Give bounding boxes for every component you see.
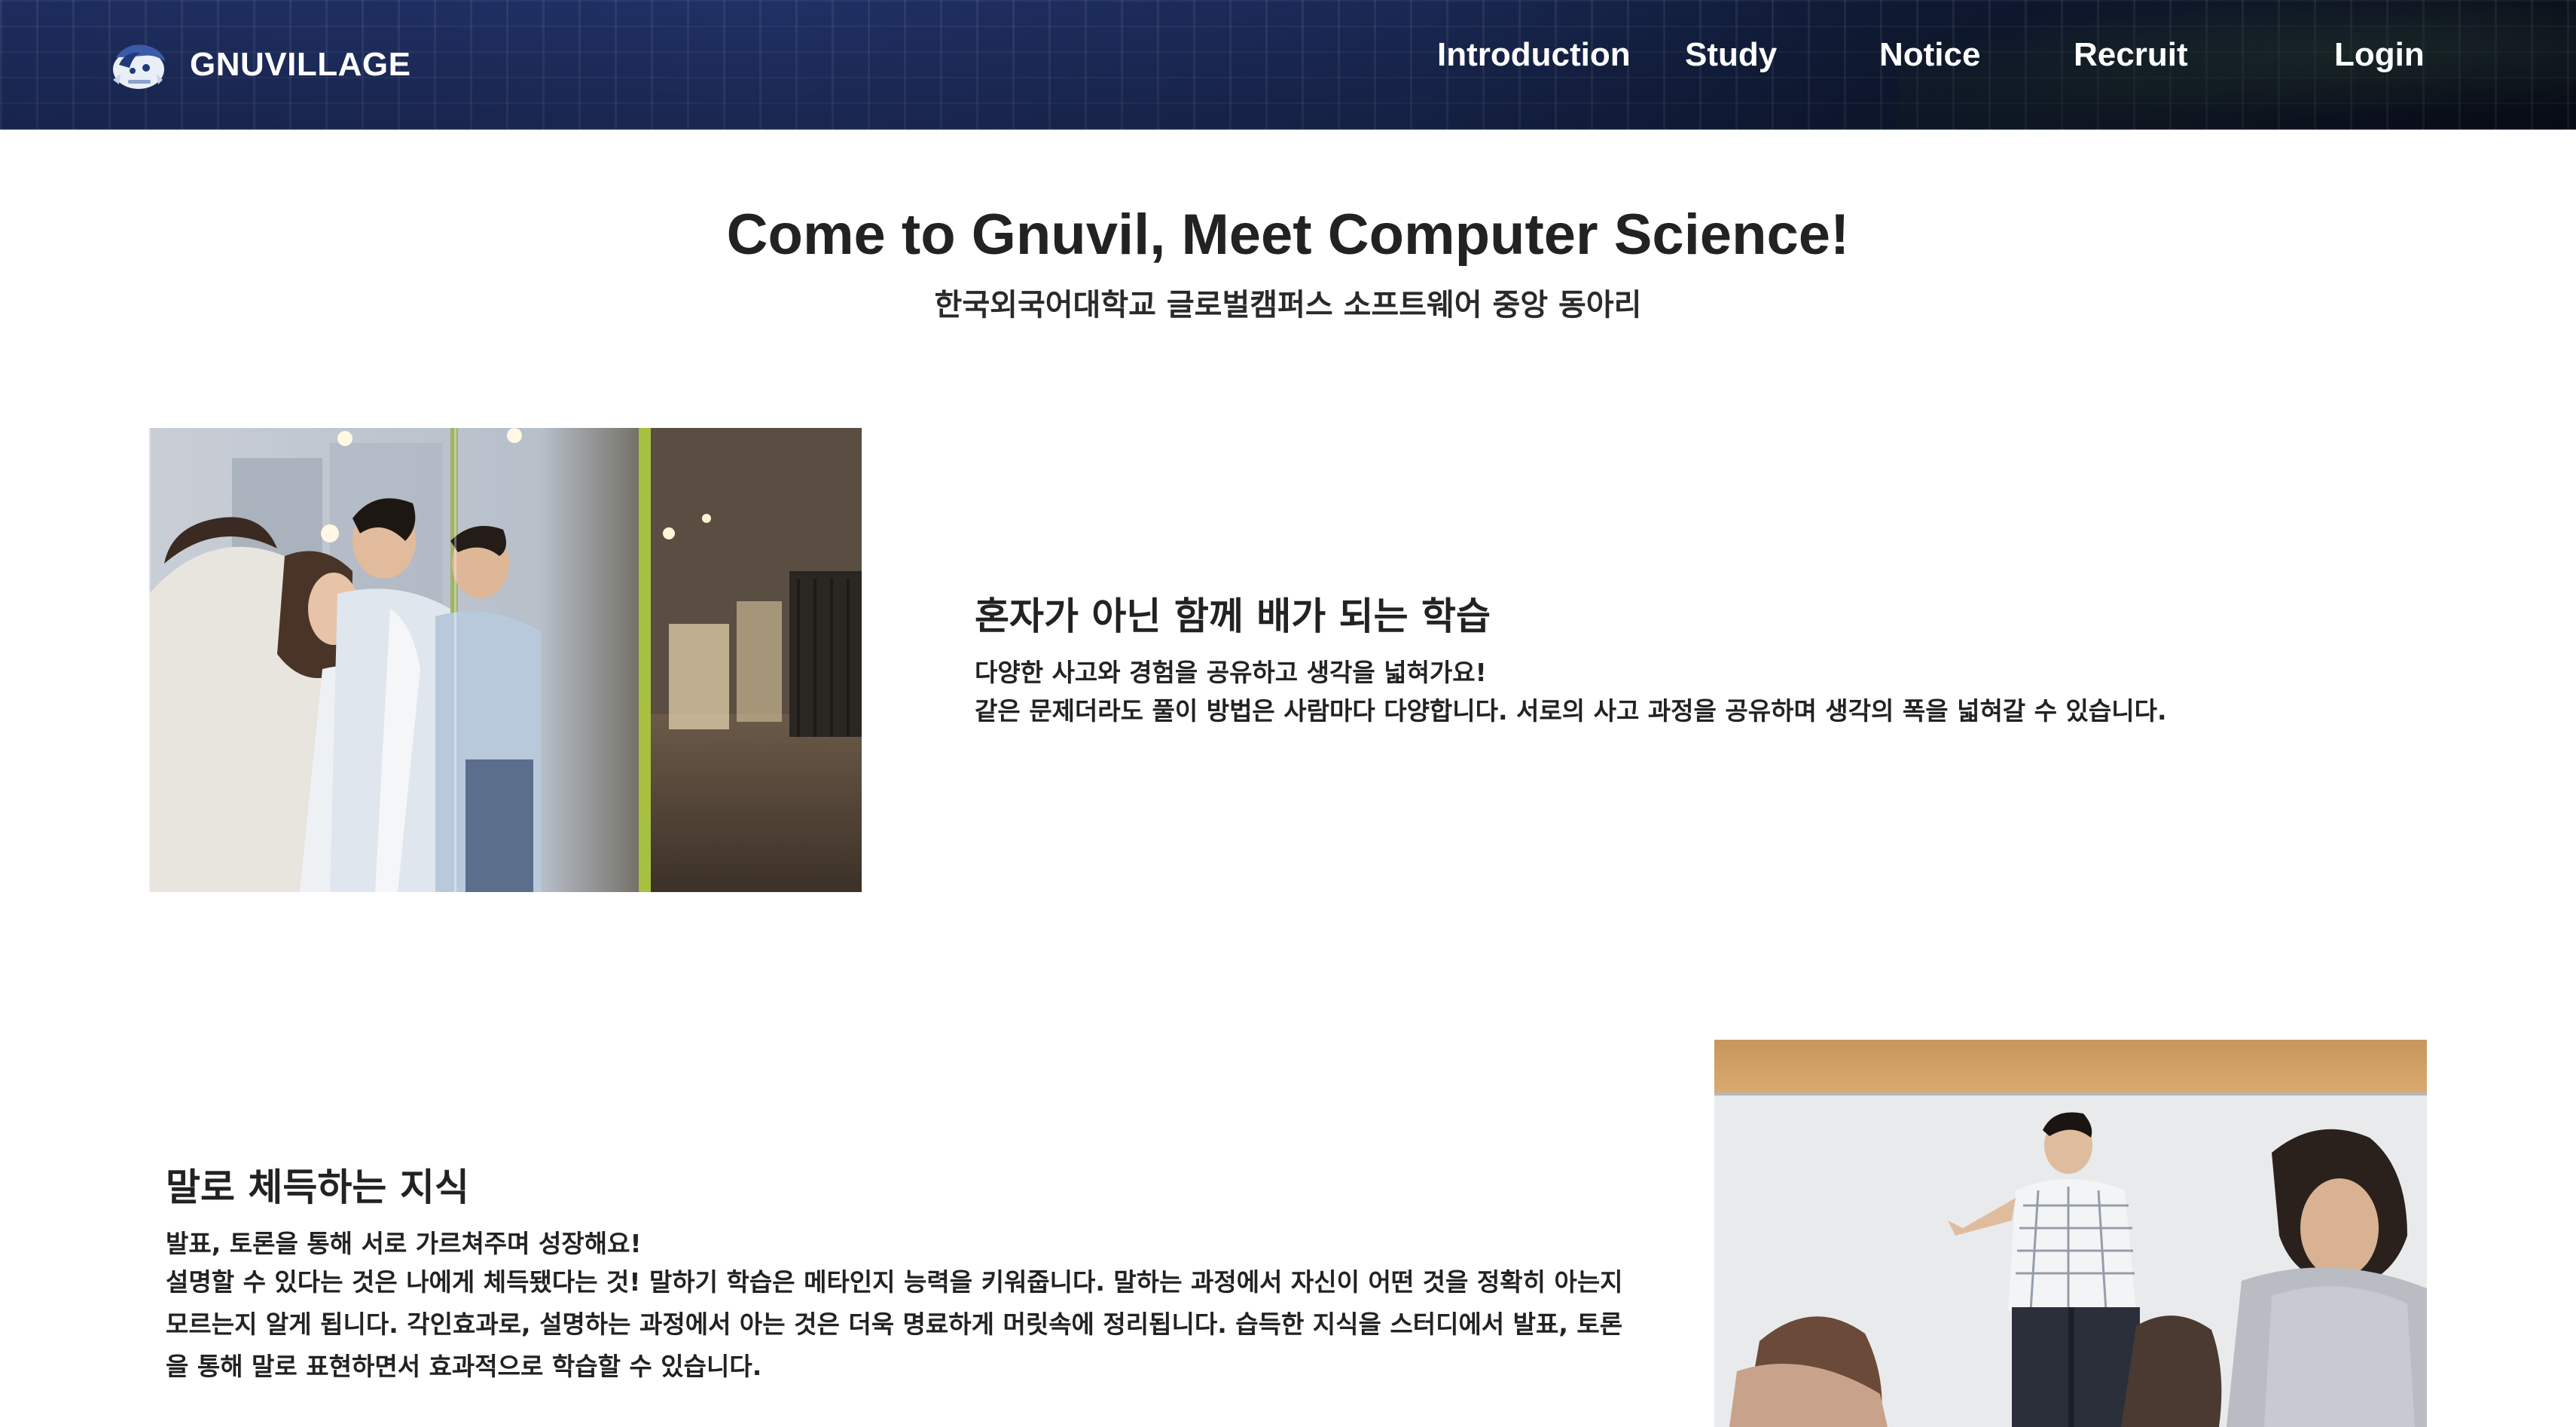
page-subtitle: 한국외국어대학교 글로벌캠퍼스 소프트웨어 중앙 동아리 <box>934 288 1642 322</box>
page-title: Come to Gnuvil, Meet Computer Science! <box>726 203 1850 267</box>
brand-home-link[interactable]: GNUVILLAGE <box>102 29 411 101</box>
gnuvillage-logo-icon <box>113 44 166 89</box>
login-link[interactable]: Login <box>2334 36 2425 74</box>
feature-2-lead: 발표, 토론을 통해 서로 가르쳐주며 성장해요! <box>166 1229 642 1258</box>
nav-recruit[interactable]: Recruit <box>2074 36 2188 74</box>
nav-notice[interactable]: Notice <box>1879 36 1980 74</box>
nav-introduction[interactable]: Introduction <box>1437 36 1631 74</box>
feature-1-title: 혼자가 아닌 함께 배가 되는 학습 <box>975 594 1491 638</box>
feature-2-body: 설명할 수 있다는 것은 나에게 체득됐다는 것! 말하기 학습은 메타인지 능… <box>166 1267 1623 1381</box>
presentation-photo <box>1714 1040 2427 1427</box>
feature-2-title: 말로 체득하는 지식 <box>166 1166 469 1209</box>
nav-study[interactable]: Study <box>1685 36 1777 74</box>
feature-1-body: 같은 문제더라도 풀이 방법은 사람마다 다양합니다. 서로의 사고 과정을 공… <box>975 696 2167 726</box>
top-navigation-bar: GNUVILLAGE Introduction Study Notice Rec… <box>0 0 2576 130</box>
feature-1-lead: 다양한 사고와 경험을 공유하고 생각을 넓혀가요! <box>975 658 1487 687</box>
presentation-photo-illustration <box>1714 1040 2427 1427</box>
collaboration-photo <box>149 428 862 892</box>
collaboration-photo-illustration <box>149 428 862 892</box>
brand-name: GNUVILLAGE <box>190 46 411 83</box>
